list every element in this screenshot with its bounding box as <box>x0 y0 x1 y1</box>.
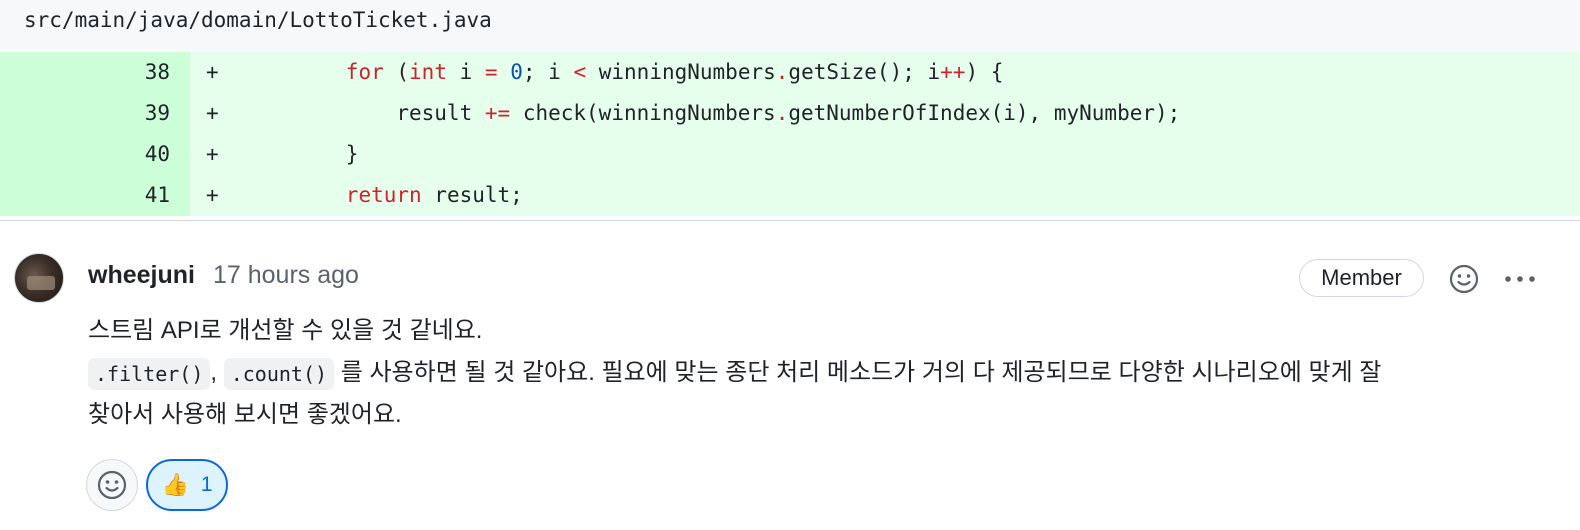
diff-line: 41 + return result; <box>0 175 1580 216</box>
avatar[interactable] <box>14 253 64 303</box>
code-line: result += check(winningNumbers.getNumber… <box>232 101 1181 125</box>
code-line: return result; <box>345 183 523 207</box>
review-comment: wheejuni 17 hours ago Member 스트림 API로 개선… <box>0 221 1580 530</box>
comment-author[interactable]: wheejuni <box>88 261 195 290</box>
inline-code-filter: .filter() <box>88 357 211 390</box>
inline-code-count: .count() <box>223 357 335 390</box>
add-reaction-button[interactable] <box>1444 259 1484 299</box>
diff-line: 40 + } <box>0 134 1580 175</box>
line-number[interactable]: 38 <box>0 52 190 93</box>
smiley-icon <box>1449 264 1479 294</box>
line-number[interactable]: 41 <box>0 175 190 216</box>
diff-marker: + <box>206 142 219 166</box>
code-line: for (int i = 0; i < winningNumbers.getSi… <box>345 60 1004 84</box>
diff-line: 38 + for (int i = 0; i < winningNumbers.… <box>0 52 1580 93</box>
comment-body-line: 스트림 API로 개선할 수 있을 것 같네요. <box>88 317 483 344</box>
kebab-horizontal-icon <box>1505 276 1535 282</box>
thumbs-up-reaction[interactable]: 👍 1 <box>146 459 228 511</box>
comma-separator: , <box>210 359 218 386</box>
smiley-icon <box>97 470 127 500</box>
comment-body-text: 를 사용하면 될 것 같아요. 필요에 맞는 종단 처리 메소드가 거의 다 제… <box>340 359 1382 386</box>
reactions-bar: 👍 1 <box>86 459 228 511</box>
line-number[interactable]: 40 <box>0 134 190 175</box>
file-path[interactable]: src/main/java/domain/LottoTicket.java <box>24 8 492 32</box>
comment-timestamp[interactable]: 17 hours ago <box>213 261 359 290</box>
reaction-count: 1 <box>200 473 213 496</box>
add-reaction-button[interactable] <box>86 459 138 511</box>
member-badge: Member <box>1299 259 1424 297</box>
diff-line: 39 + result += check(winningNumbers.getN… <box>0 93 1580 134</box>
thumbs-up-icon: 👍 <box>161 472 189 497</box>
diff-marker: + <box>206 183 219 207</box>
file-path-header[interactable]: src/main/java/domain/LottoTicket.java <box>0 0 1580 52</box>
comment-body-line: 찾아서 사용해 보시면 좋겠어요. <box>88 401 402 428</box>
comment-body-line: .filter(), .count() 를 사용하면 될 것 같아요. 필요에 … <box>88 354 1381 392</box>
more-options-button[interactable] <box>1500 259 1540 299</box>
diff-marker: + <box>206 60 219 84</box>
code-line: } <box>232 142 359 166</box>
diff-hunk: 38 + for (int i = 0; i < winningNumbers.… <box>0 52 1580 216</box>
diff-marker: + <box>206 101 219 125</box>
line-number[interactable]: 39 <box>0 93 190 134</box>
